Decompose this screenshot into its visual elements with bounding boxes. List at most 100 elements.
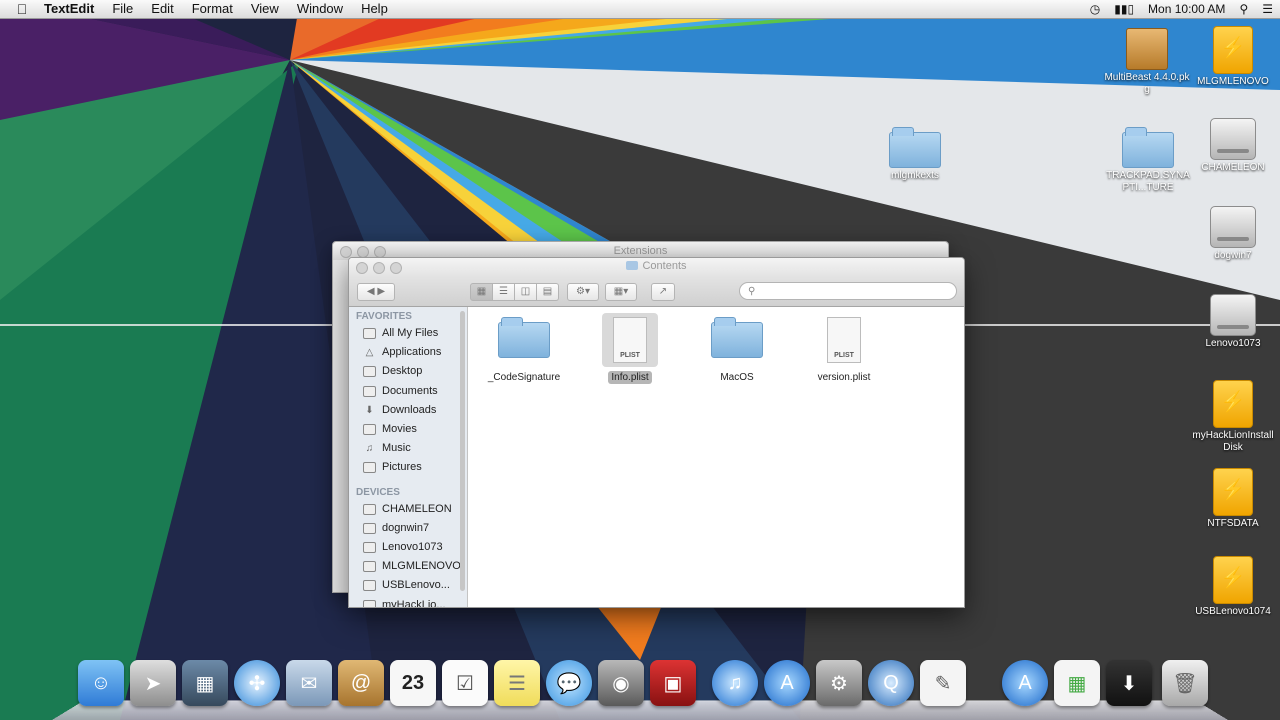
time-machine-icon[interactable]: ◷ — [1083, 0, 1107, 18]
sidebar-item-movies[interactable]: Movies — [349, 420, 467, 439]
notification-center-icon[interactable]: ☰ — [1255, 0, 1280, 18]
search-icon: ⚲ — [748, 286, 756, 297]
forward-arrow-icon[interactable]: ▶ — [377, 286, 385, 297]
folder-icon — [626, 261, 639, 270]
calendar-icon[interactable]: 23 — [390, 660, 436, 706]
mission-control-icon[interactable]: ▦ — [182, 660, 228, 706]
itunes-icon[interactable]: ♫ — [712, 660, 758, 706]
contacts-icon[interactable]: @ — [338, 660, 384, 706]
sidebar-item-pictures[interactable]: Pictures — [349, 458, 467, 477]
hard-drive-icon — [363, 541, 376, 553]
finder-content[interactable]: _CodeSignature PLIST Info.plist MacOS PL… — [468, 307, 964, 607]
hard-drive-icon — [363, 599, 376, 607]
column-view-icon[interactable]: ◫ — [515, 283, 537, 301]
textedit-icon[interactable]: ✎ — [920, 660, 966, 706]
menu-app-name[interactable]: TextEdit — [44, 0, 103, 18]
sidebar-item-all-my-files[interactable]: All My Files — [349, 324, 467, 343]
mail-icon[interactable]: ✉ — [286, 660, 332, 706]
back-forward-buttons[interactable]: ◀ ▶ — [357, 283, 395, 301]
hard-drive-icon — [1210, 118, 1256, 160]
applications-icon: △ — [365, 347, 374, 359]
menu-format[interactable]: Format — [183, 0, 242, 18]
documents-stack-icon[interactable]: ▦ — [1054, 660, 1100, 706]
search-field[interactable]: ⚲ — [739, 282, 957, 300]
sidebar-item-documents[interactable]: Documents — [349, 382, 467, 401]
sidebar-item-downloads[interactable]: ⬇ Downloads — [349, 401, 467, 420]
share-icon[interactable]: ↗ — [651, 283, 675, 301]
desktop-icon-myhacklion[interactable]: myHackLionInstall Disk — [1188, 380, 1278, 454]
desktop-icon-usblenovo1074[interactable]: USBLenovo1074 — [1188, 556, 1278, 618]
menu-help[interactable]: Help — [352, 0, 397, 18]
desktop-icon-multibeast[interactable]: MultiBeast 4.4.0.pkg — [1102, 28, 1192, 96]
apple-menu-icon[interactable]:  — [0, 1, 44, 17]
file-item-macos[interactable]: MacOS — [687, 313, 787, 384]
messages-icon[interactable]: 💬 — [546, 660, 592, 706]
desktop-icon-label: dogwin7 — [1214, 250, 1252, 261]
file-item-codesignature[interactable]: _CodeSignature — [474, 313, 574, 384]
sidebar-item-desktop[interactable]: Desktop — [349, 362, 467, 381]
quicktime-icon[interactable]: Q — [868, 660, 914, 706]
notes-icon[interactable]: ☰ — [494, 660, 540, 706]
hard-drive-icon — [363, 561, 376, 573]
file-item-version-plist[interactable]: PLIST version.plist — [794, 313, 894, 384]
back-arrow-icon[interactable]: ◀ — [367, 286, 375, 297]
trash-icon[interactable]: 🗑 — [1162, 660, 1208, 706]
desktop-icon-trackpad[interactable]: TRACKPAD.SYNAPTI...TURE — [1103, 127, 1193, 194]
sidebar-item-label: USBLenovo... — [382, 579, 450, 592]
spotlight-icon[interactable]: ⚲ — [1232, 0, 1255, 18]
menu-edit[interactable]: Edit — [142, 0, 182, 18]
reminders-icon[interactable]: ☑ — [442, 660, 488, 706]
launchpad-icon[interactable]: ➤ — [130, 660, 176, 706]
icon-view-icon[interactable]: ▦ — [470, 283, 493, 301]
desktop-icon-lenovo1073[interactable]: Lenovo1073 — [1188, 294, 1278, 350]
file-type-tag: PLIST — [620, 352, 640, 359]
desktop-icon-chameleon[interactable]: CHAMELEON — [1188, 118, 1278, 174]
action-gear-icon[interactable]: ⚙▾ — [567, 283, 599, 301]
sidebar-item-label: Movies — [382, 423, 417, 436]
window-title-text: Contents — [642, 260, 687, 272]
applications-stack-icon[interactable]: A — [1002, 660, 1048, 706]
battery-icon[interactable]: ▮▮▯ — [1107, 0, 1141, 18]
sidebar-device-mlgmlenovo[interactable]: MLGMLENOVO — [349, 557, 467, 576]
menu-window[interactable]: Window — [288, 0, 352, 18]
sidebar-item-label: Lenovo1073 — [382, 540, 443, 553]
file-name: Info.plist — [608, 371, 652, 384]
finder-icon[interactable]: ☺ — [78, 660, 124, 706]
desktop-icon-label: mlgmkexts — [891, 170, 939, 181]
sidebar-item-music[interactable]: ♫ Music — [349, 439, 467, 458]
desktop-icon-mlgmlenovo[interactable]: MLGMLENOVO — [1188, 26, 1278, 88]
favorites-heading: FAVORITES — [356, 311, 412, 322]
file-name: _CodeSignature — [487, 372, 561, 383]
sidebar-item-applications[interactable]: △ Applications — [349, 343, 467, 362]
sidebar-device-chameleon[interactable]: CHAMELEON — [349, 500, 467, 519]
sidebar-device-lenovo1073[interactable]: Lenovo1073 — [349, 538, 467, 557]
arrange-icon[interactable]: ▦▾ — [605, 283, 637, 301]
finder-window[interactable]: Contents ◀ ▶ ▦ ☰ ◫ ▤ ⚙▾ ▦▾ ↗ ⚲ FAVORITES… — [348, 257, 965, 608]
sidebar-device-usblenovo[interactable]: USBLenovo... — [349, 576, 467, 595]
music-icon: ♫ — [365, 443, 374, 455]
sidebar-item-label: Pictures — [382, 461, 422, 474]
sidebar-item-label: myHackLio... — [382, 598, 446, 607]
file-type-tag: PLIST — [834, 352, 854, 359]
finder-titlebar[interactable]: Contents — [349, 258, 964, 278]
coverflow-view-icon[interactable]: ▤ — [537, 283, 559, 301]
sidebar-device-dognwin7[interactable]: dognwin7 — [349, 519, 467, 538]
file-item-info-plist[interactable]: PLIST Info.plist — [580, 313, 680, 384]
sidebar-device-myhacklion[interactable]: myHackLio... — [349, 595, 467, 607]
desktop-icon-dogwin7[interactable]: dogwin7 — [1188, 206, 1278, 262]
system-preferences-icon[interactable]: ⚙ — [816, 660, 862, 706]
app-store-icon[interactable]: A — [764, 660, 810, 706]
downloads-stack-icon[interactable]: ⬇ — [1106, 660, 1152, 706]
safari-icon[interactable]: ✣ — [234, 660, 280, 706]
menu-clock[interactable]: Mon 10:00 AM — [1141, 0, 1232, 18]
facetime-icon[interactable]: ◉ — [598, 660, 644, 706]
menu-file[interactable]: File — [103, 0, 142, 18]
sidebar-scrollbar[interactable] — [460, 311, 465, 591]
menu-view[interactable]: View — [242, 0, 288, 18]
sidebar-item-label: Applications — [382, 346, 442, 359]
photo-booth-icon[interactable]: ▣ — [650, 660, 696, 706]
desktop-icon-ntfsdata[interactable]: NTFSDATA — [1188, 468, 1278, 530]
list-view-icon[interactable]: ☰ — [493, 283, 515, 301]
plist-document-icon: PLIST — [613, 317, 647, 363]
desktop-icon-mlgmkexts[interactable]: mlgmkexts — [870, 127, 960, 182]
